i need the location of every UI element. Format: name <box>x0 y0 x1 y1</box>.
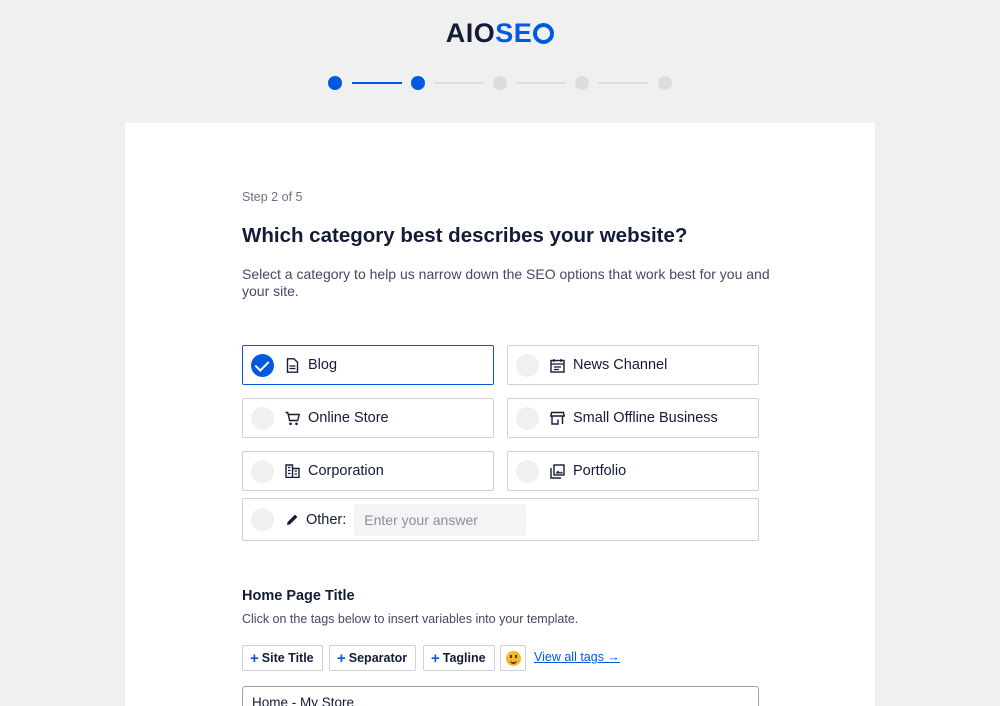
step-dot-4 <box>575 76 589 90</box>
step-connector-2 <box>434 82 484 84</box>
radio-circle <box>516 353 539 377</box>
category-option-small-offline-business[interactable]: Small Offline Business <box>507 398 759 438</box>
category-option-portfolio[interactable]: Portfolio <box>507 451 759 491</box>
step-dot-5 <box>658 76 672 90</box>
tag-label: Site Title <box>261 651 314 665</box>
category-option-online-store[interactable]: Online Store <box>242 398 494 438</box>
plus-icon: + <box>431 649 440 667</box>
radio-circle <box>516 459 539 483</box>
plus-icon: + <box>337 649 346 667</box>
tag-label: Separator <box>348 651 408 665</box>
emoji-icon <box>505 650 521 666</box>
step-dot-2 <box>411 76 425 90</box>
building-icon <box>284 463 300 479</box>
view-all-tags-link[interactable]: View all tags → <box>534 650 620 664</box>
step-dot-3 <box>493 76 507 90</box>
category-label-blog: Blog <box>308 357 338 373</box>
app-window: AIOSE Step 2 of 5 Which category best de… <box>0 0 1000 706</box>
category-option-corporation[interactable]: Corporation <box>242 451 494 491</box>
step-connector-1 <box>352 82 402 84</box>
page-title: Which category best describes your websi… <box>242 224 688 247</box>
logo-text-aio: AIO <box>445 18 496 48</box>
step-connector-3 <box>516 82 566 84</box>
radio-circle <box>251 508 274 531</box>
category-label-small-offline-business: Small Offline Business <box>573 410 718 426</box>
category-option-blog[interactable]: Blog <box>242 345 494 385</box>
pencil-icon <box>284 512 300 528</box>
other-label: Other: <box>306 511 347 528</box>
emoji-button[interactable] <box>500 645 526 671</box>
home-page-title-description: Click on the tags below to insert variab… <box>242 612 579 626</box>
radio-circle <box>516 406 539 430</box>
cart-icon <box>284 410 300 426</box>
category-label-news-channel: News Channel <box>573 357 668 373</box>
store-icon <box>549 410 565 426</box>
plus-icon: + <box>250 649 259 667</box>
document-icon <box>284 357 300 373</box>
wizard-card: Step 2 of 5 Which category best describe… <box>125 123 875 706</box>
category-option-news-channel[interactable]: News Channel <box>507 345 759 385</box>
progress-stepper <box>328 76 672 90</box>
logo-text-seo: SE <box>495 18 533 48</box>
tag-label: Tagline <box>442 651 486 665</box>
home-page-title-heading: Home Page Title <box>242 588 355 604</box>
page-description: Select a category to help us narrow down… <box>242 266 770 299</box>
checkmark-icon <box>251 353 274 377</box>
step-connector-4 <box>598 82 648 84</box>
step-label: Step 2 of 5 <box>242 190 303 204</box>
calendar-icon <box>549 357 565 373</box>
radio-circle <box>251 459 274 483</box>
tag-button-tagline[interactable]: + Tagline <box>423 645 495 671</box>
category-label-corporation: Corporation <box>308 463 384 479</box>
tag-button-site-title[interactable]: + Site Title <box>242 645 323 671</box>
logo-gear-icon <box>533 23 555 44</box>
step-dot-1 <box>328 76 342 90</box>
other-answer-input[interactable] <box>354 503 527 536</box>
category-label-portfolio: Portfolio <box>573 463 627 479</box>
aioseo-logo: AIOSE <box>0 18 1000 48</box>
gallery-icon <box>549 463 565 479</box>
home-page-title-input[interactable]: Home - My Store <box>242 686 759 706</box>
category-option-other[interactable]: Other: <box>242 498 759 541</box>
radio-circle <box>251 406 274 430</box>
tag-button-separator[interactable]: + Separator <box>329 645 417 671</box>
category-label-online-store: Online Store <box>308 410 389 426</box>
